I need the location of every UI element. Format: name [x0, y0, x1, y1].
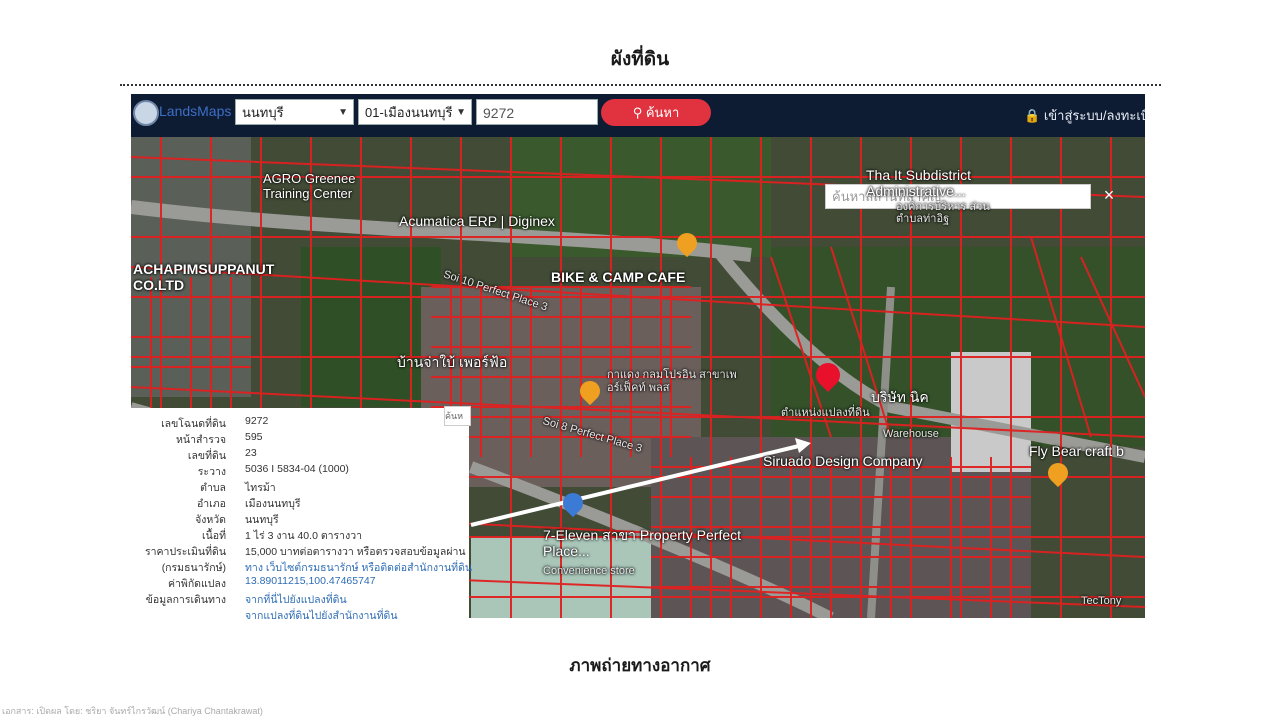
info-row-deed-no: เลขโฉนดที่ดิน 9272 [131, 415, 469, 431]
info-row-directions-office: จากแปลงที่ดินไปยังสำนักงานที่ดิน [131, 607, 469, 623]
info-value: เมืองนนทบุรี [245, 498, 301, 510]
app-header: LandsMaps นนทบุรี ▼ 01-เมืองนนทบุรี ▼ 92… [131, 94, 1145, 137]
info-row-map-sheet: ระวาง 5036 I 5834-04 (1000) [131, 463, 469, 479]
lock-icon: 🔒 [1024, 108, 1041, 123]
map-label-convenience: Convenience store [543, 565, 635, 577]
page-title: ผังที่ดิน [610, 49, 670, 70]
coordinates-link[interactable]: 13.89011215,100.47465747 [245, 575, 376, 587]
info-label: ราคาประเมินที่ดิน [144, 546, 226, 558]
close-icon[interactable]: × [1095, 181, 1123, 209]
info-row-province: จังหวัด นนทบุรี [131, 511, 469, 527]
dotted-divider [120, 84, 1161, 86]
info-row-treasury: (กรมธนารักษ์) ทาง เว็บไซต์กรมธนารักษ์ หร… [131, 559, 472, 576]
info-row-land-no: เลขที่ดิน 23 [131, 447, 469, 463]
search-icon: ⚲ [632, 105, 643, 120]
info-label: ตำบล [200, 482, 226, 494]
parcel-number-input[interactable]: 9272 [476, 99, 598, 125]
info-row-directions: ข้อมูลการเดินทาง จากที่นี่ไปยังแปลงที่ดิ… [131, 591, 469, 607]
map-label-thait-th: องค์การบริหาร ส่วนตำบลท่าอิฐ [896, 201, 990, 225]
map-label-flybear: Fly Bear craft b [1029, 443, 1124, 459]
info-label: ข้อมูลการเดินทาง [145, 594, 226, 606]
map-label-agro: AGRO Greenee Training Center [263, 171, 356, 201]
chevron-down-icon: ▼ [456, 107, 466, 118]
map-label-company-th: บริษัท นิค [871, 389, 929, 405]
district-select[interactable]: 01-เมืองนนทบุรี ▼ [358, 99, 472, 125]
info-value: 23 [245, 447, 257, 459]
info-value: นนทบุรี [245, 514, 279, 526]
info-value: 1 ไร่ 3 งาน 40.0 ตารางวา [245, 530, 362, 542]
info-row-subdistrict: ตำบล ไทรม้า [131, 479, 469, 495]
parcel-info-panel: เลขโฉนดที่ดิน 9272 หน้าสำรวจ 595 เลขที่ด… [131, 408, 472, 623]
map-label-house-th: บ้านจ่าใบ้ เพอร์ฟ้อ [397, 354, 508, 370]
landsmaps-logo-icon[interactable] [133, 100, 159, 126]
info-row-survey-page: หน้าสำรวจ 595 [131, 431, 469, 447]
info-label: เลขที่ดิน [187, 450, 226, 462]
map-label-plot-marker: ตำแหน่งแปลงที่ดิน [781, 407, 870, 419]
chevron-down-icon: ▼ [338, 107, 348, 118]
info-value: 9272 [245, 415, 269, 427]
province-select[interactable]: นนทบุรี ▼ [235, 99, 354, 125]
map-label-thait: Tha It Subdistrict Administrative... [866, 167, 972, 199]
info-label: จังหวัด [195, 514, 226, 526]
logo-text[interactable]: LandsMaps [159, 103, 231, 119]
login-link-label: เข้าสู่ระบบ/ลงทะเบีย [1043, 108, 1145, 123]
directions-to-plot-link[interactable]: จากที่นี่ไปยังแปลงที่ดิน [245, 591, 347, 608]
search-button-label: ค้นหา [645, 105, 680, 120]
footer-credit: เอกสาร: เปิดผล โดย: ชริยา จันทร์ไกรวัฒน์… [2, 706, 263, 716]
info-row-coordinates: ค่าพิกัดแปลง 13.89011215,100.47465747 [131, 575, 469, 591]
treasury-website-link[interactable]: ทาง เว็บไซต์กรมธนารักษ์ หรือติดต่อสำนักง… [245, 559, 472, 576]
info-label: เลขโฉนดที่ดิน [161, 418, 226, 430]
info-row-area: เนื้อที่ 1 ไร่ 3 งาน 40.0 ตารางวา [131, 527, 469, 543]
info-value: 595 [245, 431, 263, 443]
map-label-siruado: Siruado Design Company [763, 453, 923, 469]
map-label-warehouse: Warehouse [883, 428, 939, 440]
info-label: หน้าสำรวจ [176, 434, 226, 446]
info-label: เนื้อที่ [202, 530, 226, 542]
search-button[interactable]: ⚲ ค้นหา [601, 99, 711, 126]
directions-to-office-link[interactable]: จากแปลงที่ดินไปยังสำนักงานที่ดิน [245, 607, 398, 624]
map-label-bike-cafe: BIKE & CAMP CAFE [551, 269, 686, 285]
info-value: ไทรม้า [245, 482, 276, 494]
map-label-7eleven: 7-Eleven สาขา Property Perfect Place... [543, 527, 742, 559]
info-row-district: อำเภอ เมืองนนทบุรี [131, 495, 469, 511]
info-label: ค่าพิกัดแปลง [167, 578, 226, 590]
map-label-achapim: ACHAPIMSUPPANUT CO.LTD [133, 261, 275, 293]
image-caption: ภาพถ่ายทางอากาศ [569, 656, 711, 675]
info-label: อำเภอ [196, 498, 226, 510]
login-link[interactable]: 🔒 เข้าสู่ระบบ/ลงทะเบีย [1024, 105, 1145, 126]
map-label-kamphaeng: กาแดง กลมโปรอิน สาขาเพอร์เฟ็คท์ พลส [607, 369, 737, 394]
info-label: ระวาง [197, 466, 226, 478]
map-label-tectony: TecTony [1081, 595, 1122, 607]
district-select-value: 01-เมืองนนทบุรี [365, 105, 453, 120]
map-label-acumatica: Acumatica ERP | Diginex [399, 213, 555, 229]
info-value: 15,000 บาทต่อตารางวา หรือตรวจสอบข้อมูลผ่… [245, 546, 466, 558]
info-label: (กรมธนารักษ์) [161, 562, 226, 574]
info-row-appraisal-price: ราคาประเมินที่ดิน 15,000 บาทต่อตารางวา ห… [131, 543, 469, 559]
province-select-value: นนทบุรี [242, 105, 284, 120]
panel-search-input[interactable]: ค้นห [444, 406, 471, 426]
info-value: 5036 I 5834-04 (1000) [245, 463, 349, 475]
